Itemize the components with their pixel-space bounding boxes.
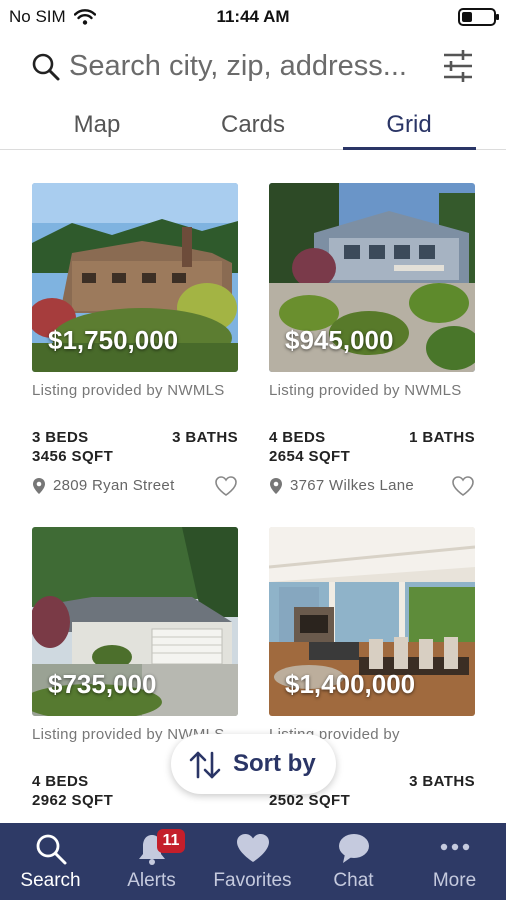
nav-favorites-label: Favorites — [213, 870, 292, 891]
listing-beds: 4 BEDS — [269, 429, 326, 446]
sort-label: Sort by — [233, 750, 316, 777]
listing-baths: 3 BATHS — [172, 429, 238, 446]
clock: 11:44 AM — [216, 7, 290, 26]
listing-sqft: 3456 SQFT — [32, 448, 114, 465]
listing-price: $735,000 — [48, 669, 157, 699]
listing-address-row: 2809 Ryan Street — [32, 475, 238, 499]
location-pin-icon — [33, 478, 45, 494]
listing-price: $1,750,000 — [48, 325, 179, 355]
listing-baths: 1 BATHS — [409, 429, 475, 446]
listing-price: $945,000 — [285, 325, 394, 355]
nav-alerts-label: Alerts — [127, 870, 176, 891]
nav-chat-label: Chat — [333, 870, 374, 891]
search-icon — [36, 834, 66, 865]
favorite-heart-icon[interactable] — [214, 475, 238, 497]
listing-price: $1,400,000 — [285, 669, 416, 699]
nav-favorites[interactable]: Favorites — [202, 823, 303, 900]
listing-photo[interactable]: $735,000 — [32, 527, 238, 716]
search-bar[interactable]: Search city, zip, address... — [0, 40, 506, 96]
listing-card[interactable]: $945,000 Listing provided by NWMLS 4 BED… — [269, 183, 475, 503]
listing-address-row: 3767 Wilkes Lane — [269, 475, 475, 499]
listing-address: 3767 Wilkes Lane — [290, 477, 415, 494]
search-input[interactable]: Search city, zip, address... — [69, 50, 407, 83]
listing-sqft: 2502 SQFT — [269, 792, 351, 809]
search-icon — [32, 53, 60, 81]
listing-beds: 3 BEDS — [32, 429, 89, 446]
listing-card[interactable]: $1,750,000 Listing provided by NWMLS 3 B… — [32, 183, 238, 503]
sort-button[interactable]: Sort by — [171, 734, 336, 794]
listing-source: Listing provided by NWMLS — [269, 382, 462, 399]
listing-source: Listing provided by NWMLS — [32, 382, 225, 399]
status-bar: No SIM 11:44 AM — [0, 0, 506, 34]
filter-icon[interactable] — [442, 48, 474, 84]
battery-icon — [458, 8, 499, 26]
listing-photo[interactable]: $1,400,000 — [269, 527, 475, 716]
tab-map[interactable]: Map — [27, 111, 167, 139]
chat-icon — [338, 834, 369, 863]
listing-baths: 3 BATHS — [409, 773, 475, 790]
location-pin-icon — [270, 478, 282, 494]
more-icon — [440, 843, 469, 851]
active-tab-indicator — [343, 147, 476, 150]
tab-grid[interactable]: Grid — [339, 111, 479, 139]
bottom-nav: Search 11 Alerts Favorites Chat More — [0, 823, 506, 900]
favorite-heart-icon[interactable] — [451, 475, 475, 497]
listing-address: 2809 Ryan Street — [53, 477, 175, 494]
nav-alerts[interactable]: 11 Alerts — [101, 823, 202, 900]
listing-beds: 4 BEDS — [32, 773, 89, 790]
heart-icon — [236, 834, 269, 862]
listing-sqft: 2962 SQFT — [32, 792, 114, 809]
nav-chat[interactable]: Chat — [303, 823, 404, 900]
sort-arrows-icon — [189, 751, 221, 779]
view-tabs: Map Cards Grid — [0, 104, 506, 150]
listing-photo[interactable]: $1,750,000 — [32, 183, 238, 372]
nav-more-label: More — [432, 870, 477, 891]
nav-search-label: Search — [20, 870, 81, 891]
listing-photo[interactable]: $945,000 — [269, 183, 475, 372]
nav-search[interactable]: Search — [0, 823, 101, 900]
listing-sqft: 2654 SQFT — [269, 448, 351, 465]
alerts-count-badge: 11 — [157, 829, 185, 853]
tab-cards[interactable]: Cards — [183, 111, 323, 139]
nav-more[interactable]: More — [404, 823, 505, 900]
